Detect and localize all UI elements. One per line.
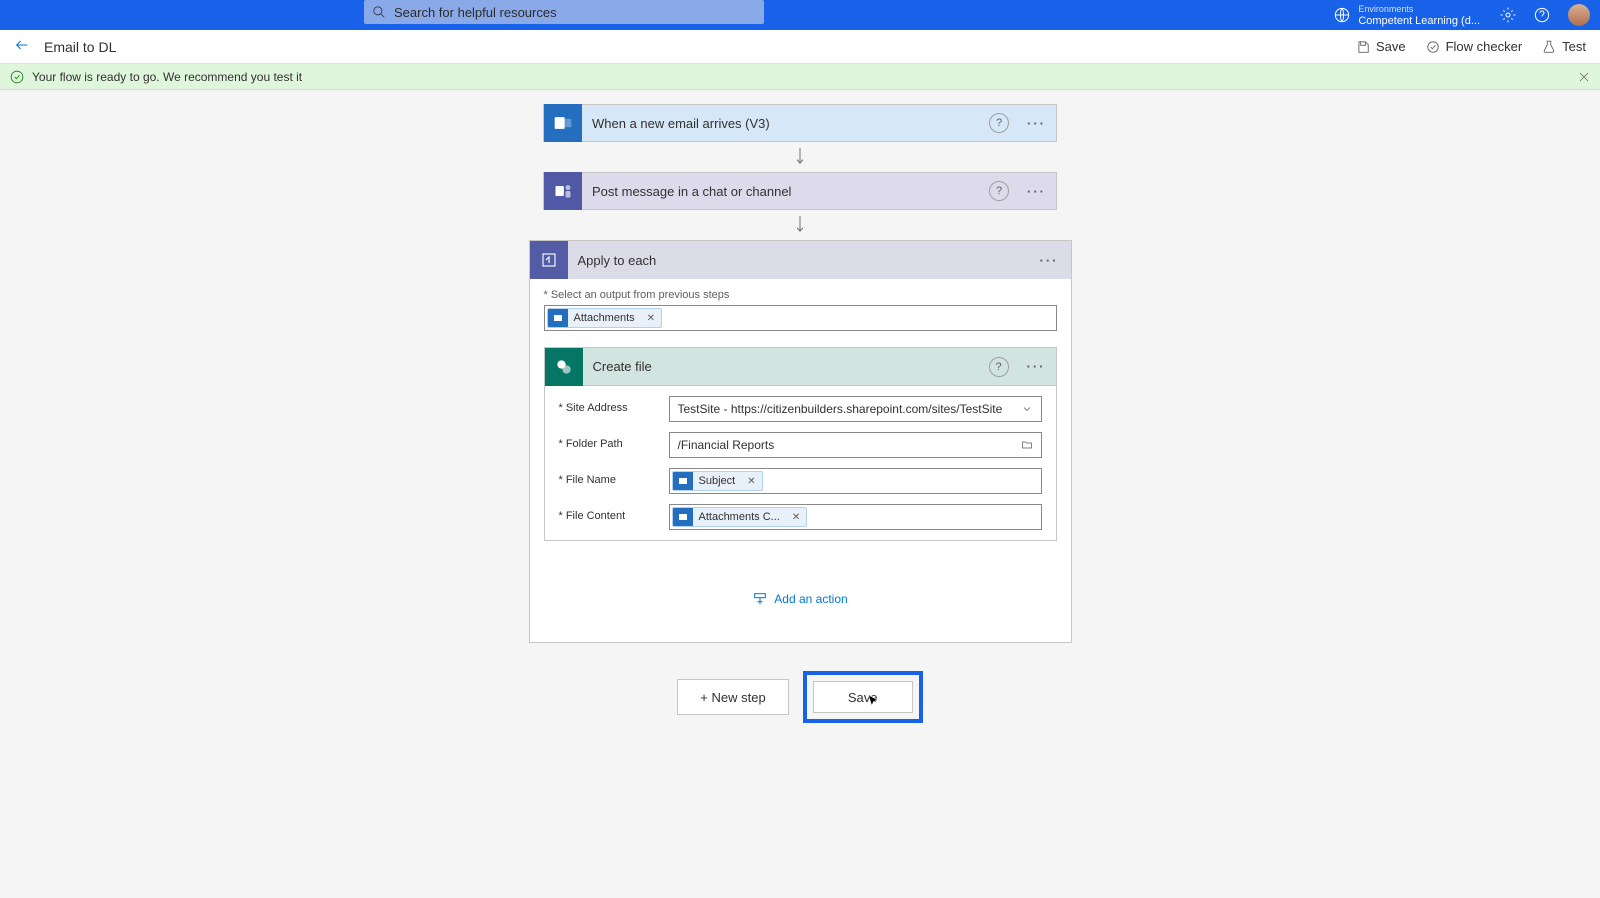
environment-icon — [1334, 7, 1350, 23]
file-content-label: * File Content — [559, 504, 669, 522]
apply-to-each-container: Apply to each ··· * Select an output fro… — [529, 240, 1072, 643]
apply-title: Apply to each — [568, 253, 1028, 268]
help-button[interactable]: ? — [989, 113, 1009, 133]
trigger-card-outlook[interactable]: When a new email arrives (V3) ? ··· — [543, 104, 1057, 142]
folder-path-input[interactable]: /Financial Reports — [669, 432, 1042, 458]
trigger-title: When a new email arrives (V3) — [582, 116, 989, 131]
save-action[interactable]: Save — [1356, 39, 1406, 54]
more-menu[interactable]: ··· — [1017, 359, 1056, 374]
outlook-token-icon — [673, 471, 693, 491]
token-attachments: Attachments ✕ — [547, 308, 663, 328]
select-output-label: * Select an output from previous steps — [544, 289, 1057, 301]
search-icon — [372, 5, 386, 19]
back-arrow-icon — [14, 37, 30, 53]
test-action[interactable]: Test — [1542, 39, 1586, 54]
gear-icon[interactable] — [1500, 7, 1516, 23]
search-placeholder: Search for helpful resources — [394, 5, 557, 20]
teams-icon — [544, 172, 582, 210]
token-attachments-content: Attachments C... ✕ — [672, 507, 808, 527]
environment-picker[interactable]: Environments Competent Learning (d... — [1334, 3, 1480, 27]
save-icon — [1356, 40, 1370, 54]
back-button[interactable] — [14, 37, 30, 56]
notification-text: Your flow is ready to go. We recommend y… — [32, 70, 302, 84]
more-menu[interactable]: ··· — [1017, 116, 1056, 131]
test-icon — [1542, 40, 1556, 54]
token-remove[interactable]: ✕ — [641, 313, 661, 324]
cursor-icon — [866, 692, 880, 710]
loop-icon — [530, 241, 568, 279]
more-menu[interactable]: ··· — [1028, 253, 1071, 268]
search-input[interactable]: Search for helpful resources — [364, 0, 764, 24]
add-action-link[interactable]: Add an action — [752, 591, 847, 607]
create-file-header[interactable]: Create file ? ··· — [545, 348, 1056, 386]
bottom-actions: + New step Save — [677, 671, 922, 723]
help-button[interactable]: ? — [989, 357, 1009, 377]
flow-checker-icon — [1426, 40, 1440, 54]
flow-canvas: When a new email arrives (V3) ? ··· Post… — [0, 90, 1600, 723]
flow-checker-action[interactable]: Flow checker — [1426, 39, 1523, 54]
page-title: Email to DL — [44, 39, 116, 55]
connector-arrow — [793, 210, 807, 240]
new-step-button[interactable]: + New step — [677, 679, 788, 715]
add-action-icon — [752, 591, 768, 607]
token-remove[interactable]: ✕ — [786, 512, 806, 523]
site-address-select[interactable]: TestSite - https://citizenbuilders.share… — [669, 396, 1042, 422]
check-circle-icon — [10, 70, 24, 84]
action-card-teams[interactable]: Post message in a chat or channel ? ··· — [543, 172, 1057, 210]
connector-arrow — [793, 142, 807, 172]
environment-name: Competent Learning (d... — [1358, 15, 1480, 27]
file-name-label: * File Name — [559, 468, 669, 486]
folder-icon[interactable] — [1021, 439, 1033, 451]
save-button[interactable]: Save — [813, 681, 913, 713]
file-content-input[interactable]: Attachments C... ✕ — [669, 504, 1042, 530]
folder-path-label: * Folder Path — [559, 432, 669, 450]
token-remove[interactable]: ✕ — [741, 476, 761, 487]
outlook-icon — [544, 104, 582, 142]
outlook-token-icon — [548, 308, 568, 328]
chevron-down-icon — [1021, 403, 1033, 415]
environment-label: Environments — [1358, 3, 1480, 15]
notification-bar: Your flow is ready to go. We recommend y… — [0, 64, 1600, 90]
save-button-highlight: Save — [803, 671, 923, 723]
create-file-title: Create file — [583, 359, 989, 374]
page-header: Email to DL Save Flow checker Test — [0, 30, 1600, 64]
close-icon[interactable] — [1578, 71, 1590, 83]
more-menu[interactable]: ··· — [1017, 184, 1056, 199]
select-output-input[interactable]: Attachments ✕ — [544, 305, 1057, 331]
create-file-card: Create file ? ··· * Site Address TestSit… — [544, 347, 1057, 541]
app-top-bar: Search for helpful resources Environment… — [0, 0, 1600, 30]
help-icon[interactable] — [1534, 7, 1550, 23]
site-address-label: * Site Address — [559, 396, 669, 414]
help-button[interactable]: ? — [989, 181, 1009, 201]
sharepoint-icon — [545, 348, 583, 386]
outlook-token-icon — [673, 507, 693, 527]
token-subject: Subject ✕ — [672, 471, 763, 491]
teams-title: Post message in a chat or channel — [582, 184, 989, 199]
avatar[interactable] — [1568, 4, 1590, 26]
apply-header[interactable]: Apply to each ··· — [530, 241, 1071, 279]
file-name-input[interactable]: Subject ✕ — [669, 468, 1042, 494]
